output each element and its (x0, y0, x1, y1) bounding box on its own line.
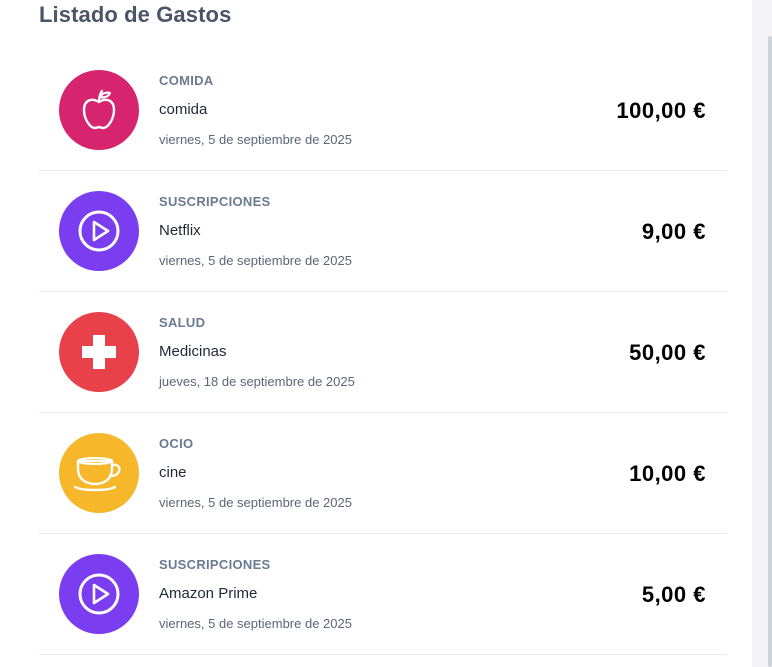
expense-date: jueves, 18 de septiembre de 2025 (159, 374, 355, 389)
expense-date: viernes, 5 de septiembre de 2025 (159, 132, 352, 147)
expense-item-amazon-prime[interactable]: SUSCRIPCIONES Amazon Prime viernes, 5 de… (39, 534, 727, 655)
expense-amount: 10,00 € (629, 461, 706, 486)
cup-icon (73, 457, 121, 492)
play-circle-icon (78, 573, 120, 615)
expense-amount: 5,00 € (641, 582, 706, 607)
expense-item-medicinas[interactable]: SALUD Medicinas jueves, 18 de septiembre… (39, 292, 727, 413)
scrollbar-thumb[interactable] (768, 36, 772, 667)
expense-category: SALUD (159, 315, 206, 330)
expense-amount: 9,00 € (641, 219, 706, 244)
expense-amount: 100,00 € (616, 98, 706, 123)
expense-list-panel: Listado de Gastos COMIDA comida viernes,… (0, 0, 752, 667)
category-avatar (59, 70, 139, 150)
expense-category: SUSCRIPCIONES (159, 557, 271, 572)
expense-description: Amazon Prime (159, 585, 258, 602)
category-avatar (59, 191, 139, 271)
expense-description: comida (159, 101, 208, 118)
expense-description: cine (159, 464, 187, 481)
expense-category: COMIDA (159, 73, 214, 88)
expense-description: Netflix (159, 222, 201, 239)
expense-date: viernes, 5 de septiembre de 2025 (159, 253, 352, 268)
page-title: Listado de Gastos (39, 2, 232, 27)
scrollbar[interactable] (752, 0, 772, 667)
expense-amount: 50,00 € (629, 340, 706, 365)
play-circle-icon (78, 210, 120, 252)
expense-category: OCIO (159, 436, 194, 451)
expense-date: viernes, 5 de septiembre de 2025 (159, 495, 352, 510)
expense-category: SUSCRIPCIONES (159, 194, 271, 209)
expense-date: viernes, 5 de septiembre de 2025 (159, 616, 352, 631)
category-avatar (59, 554, 139, 634)
medical-cross-icon (82, 335, 116, 369)
expense-item-cine[interactable]: OCIO cine viernes, 5 de septiembre de 20… (39, 413, 727, 534)
expense-item-netflix[interactable]: SUSCRIPCIONES Netflix viernes, 5 de sept… (39, 171, 727, 292)
category-avatar (59, 433, 139, 513)
apple-icon (82, 89, 116, 130)
expense-list: COMIDA comida viernes, 5 de septiembre d… (39, 50, 727, 655)
expense-item-comida[interactable]: COMIDA comida viernes, 5 de septiembre d… (39, 50, 727, 171)
category-avatar (59, 312, 139, 392)
expense-description: Medicinas (159, 343, 227, 360)
